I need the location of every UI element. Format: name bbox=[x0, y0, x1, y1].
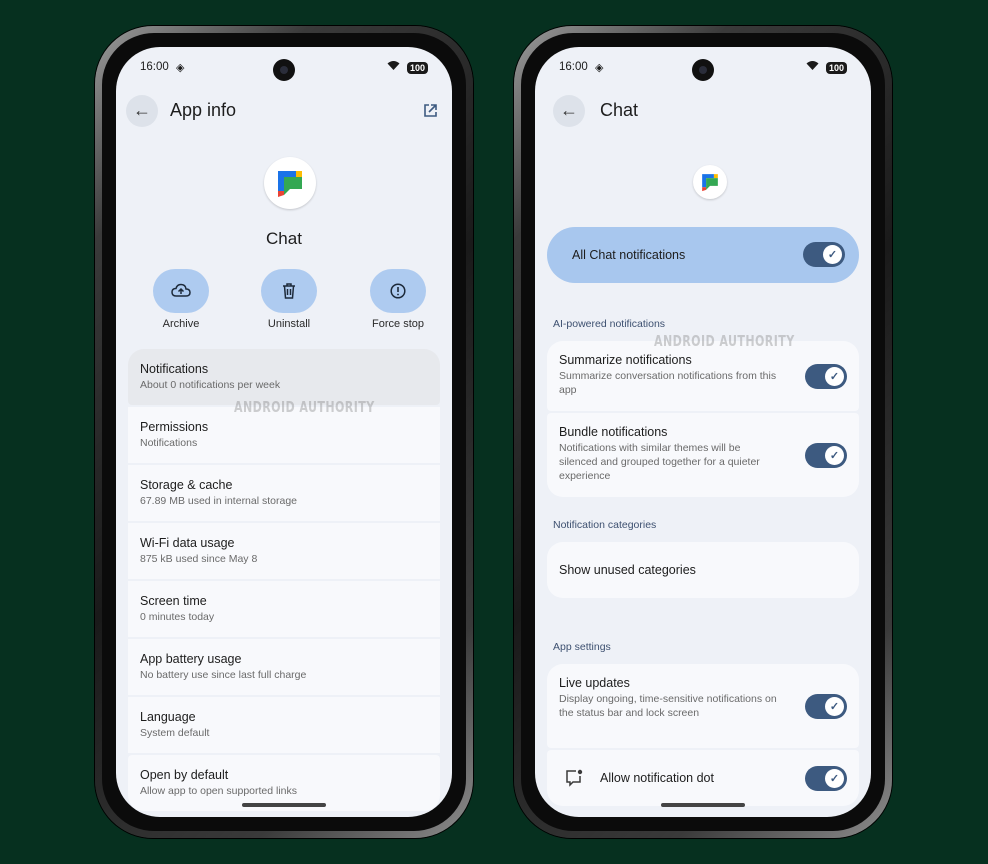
watermark: ANDROID AUTHORITY bbox=[234, 398, 375, 416]
arrow-left-icon: ← bbox=[133, 100, 151, 120]
uninstall-button[interactable]: Uninstall bbox=[253, 269, 325, 330]
trash-icon bbox=[283, 283, 295, 299]
check-icon: ✓ bbox=[825, 446, 844, 465]
arrow-left-icon: ← bbox=[560, 100, 578, 120]
check-icon: ✓ bbox=[825, 697, 844, 716]
list-item-notifications[interactable]: Notifications About 0 notifications per … bbox=[128, 349, 440, 405]
app-name: Chat bbox=[266, 229, 302, 248]
force-stop-label: Force stop bbox=[372, 318, 424, 330]
chat-notifications-screen: 16:00 ◈ 100 ← Chat All Chat notification… bbox=[535, 47, 871, 817]
all-notifications-toggle-row[interactable]: All Chat notifications ✓ bbox=[547, 227, 859, 283]
all-notifications-switch[interactable]: ✓ bbox=[803, 242, 845, 267]
open-external-icon[interactable] bbox=[423, 103, 438, 118]
categories-section-header: Notification categories bbox=[553, 519, 657, 531]
bundle-notifications-row[interactable]: Bundle notifications Notifications with … bbox=[547, 413, 859, 497]
page-title: Chat bbox=[600, 100, 639, 120]
all-notifications-label: All Chat notifications bbox=[572, 248, 686, 262]
wifi-icon bbox=[806, 60, 819, 74]
summarize-notifications-row[interactable]: Summarize notifications Summarize conver… bbox=[547, 341, 859, 411]
back-button[interactable]: ← bbox=[553, 95, 585, 127]
force-stop-button[interactable]: Force stop bbox=[362, 269, 434, 330]
chat-app-icon bbox=[264, 157, 316, 209]
bundle-switch[interactable]: ✓ bbox=[805, 443, 847, 468]
front-camera bbox=[273, 59, 295, 81]
list-item-language[interactable]: Language System default bbox=[128, 697, 440, 753]
phone-chat-notifications: 16:00 ◈ 100 ← Chat All Chat notification… bbox=[514, 26, 892, 838]
alert-circle-icon bbox=[390, 283, 406, 299]
settings-list: Notifications About 0 notifications per … bbox=[128, 349, 440, 813]
sim-icon: ◈ bbox=[595, 62, 604, 74]
live-updates-switch[interactable]: ✓ bbox=[805, 694, 847, 719]
status-time: 16:00 bbox=[559, 61, 588, 73]
back-button[interactable]: ← bbox=[126, 95, 158, 127]
notification-dot-icon bbox=[566, 769, 583, 787]
check-icon: ✓ bbox=[825, 367, 844, 386]
archive-label: Archive bbox=[162, 318, 200, 330]
battery-indicator: 100 bbox=[825, 62, 847, 74]
ai-section-header: AI-powered notifications bbox=[553, 318, 666, 330]
home-indicator[interactable] bbox=[242, 803, 326, 807]
show-unused-categories-row[interactable]: Show unused categories bbox=[547, 542, 859, 598]
summarize-switch[interactable]: ✓ bbox=[805, 364, 847, 389]
notification-dot-row[interactable]: Allow notification dot ✓ bbox=[547, 750, 859, 806]
app-settings-group: Live updates Display ongoing, time-sensi… bbox=[547, 664, 859, 808]
chat-app-icon bbox=[693, 165, 727, 199]
wifi-icon bbox=[387, 60, 400, 74]
archive-button[interactable]: Archive bbox=[145, 269, 217, 330]
uninstall-label: Uninstall bbox=[267, 318, 311, 330]
list-item-storage[interactable]: Storage & cache 67.89 MB used in interna… bbox=[128, 465, 440, 521]
home-indicator[interactable] bbox=[661, 803, 745, 807]
phone-app-info: 16:00 ◈ 100 ← App info Chat Archive Unin… bbox=[95, 26, 473, 838]
front-camera bbox=[692, 59, 714, 81]
sim-icon: ◈ bbox=[176, 62, 185, 74]
battery-indicator: 100 bbox=[406, 62, 428, 74]
app-info-screen: 16:00 ◈ 100 ← App info Chat Archive Unin… bbox=[116, 47, 452, 817]
app-settings-section-header: App settings bbox=[553, 641, 611, 653]
check-icon: ✓ bbox=[823, 245, 842, 264]
page-title: App info bbox=[170, 100, 237, 120]
live-updates-row[interactable]: Live updates Display ongoing, time-sensi… bbox=[547, 664, 859, 748]
notification-dot-switch[interactable]: ✓ bbox=[805, 766, 847, 791]
list-item-screen-time[interactable]: Screen time 0 minutes today bbox=[128, 581, 440, 637]
cloud-upload-icon bbox=[171, 283, 191, 297]
status-time: 16:00 bbox=[140, 61, 169, 73]
list-item-wifi-data[interactable]: Wi-Fi data usage 875 kB used since May 8 bbox=[128, 523, 440, 579]
watermark: ANDROID AUTHORITY bbox=[654, 332, 795, 350]
list-item-battery[interactable]: App battery usage No battery use since l… bbox=[128, 639, 440, 695]
ai-notifications-group: Summarize notifications Summarize conver… bbox=[547, 341, 859, 499]
check-icon: ✓ bbox=[825, 769, 844, 788]
